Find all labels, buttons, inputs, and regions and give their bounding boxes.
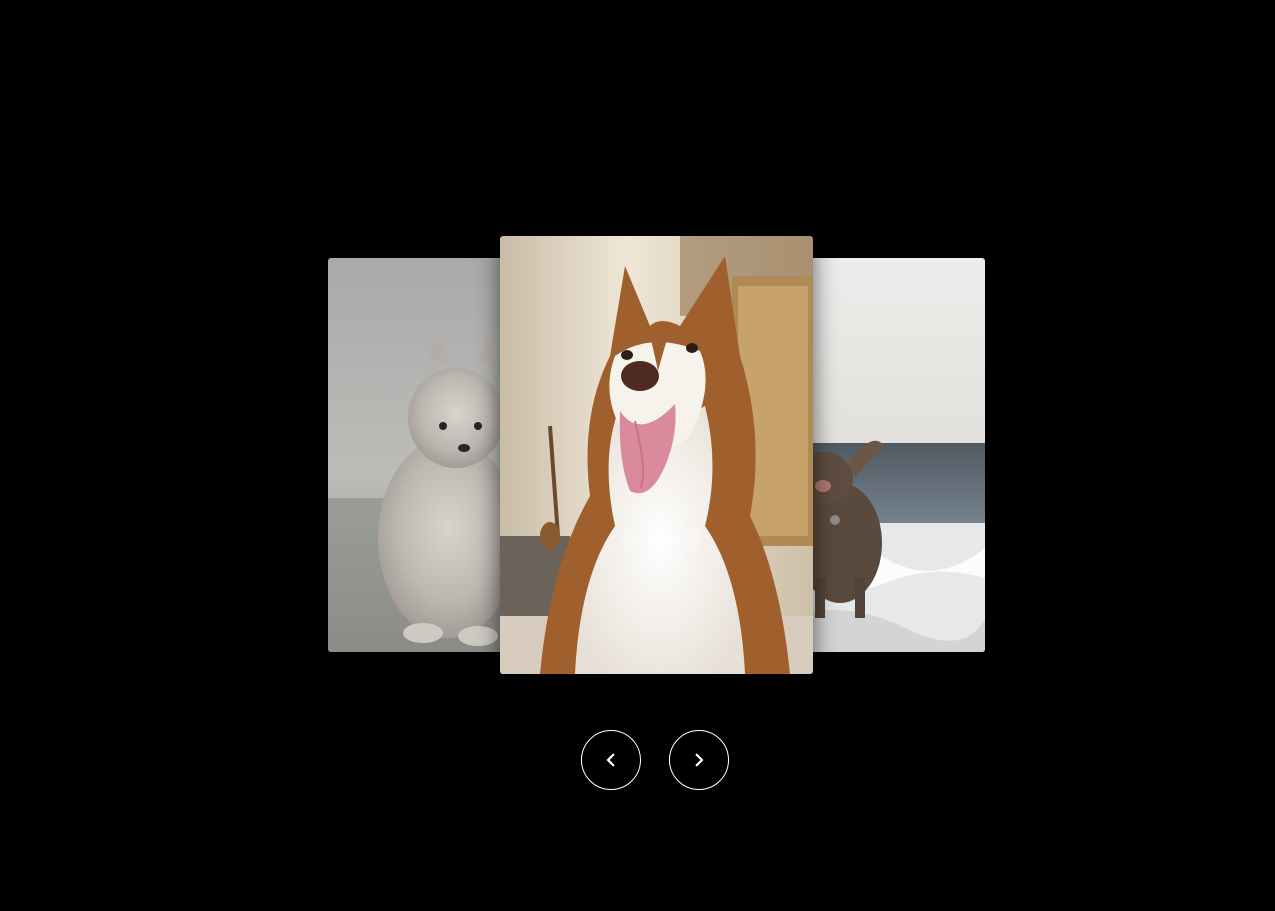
slide-husky-active[interactable] [500,236,813,674]
slide-brown-dog-on-beach[interactable] [785,258,985,652]
chevron-right-icon [695,753,704,767]
next-slide-button[interactable] [669,730,729,790]
slide-pomeranian-puppy[interactable] [328,258,528,652]
carousel [0,0,1275,911]
previous-slide-button[interactable] [581,730,641,790]
brown-dog-on-beach-image [785,258,985,652]
chevron-left-icon [606,753,615,767]
pomeranian-puppy-image [328,258,528,652]
husky-image [500,236,813,674]
